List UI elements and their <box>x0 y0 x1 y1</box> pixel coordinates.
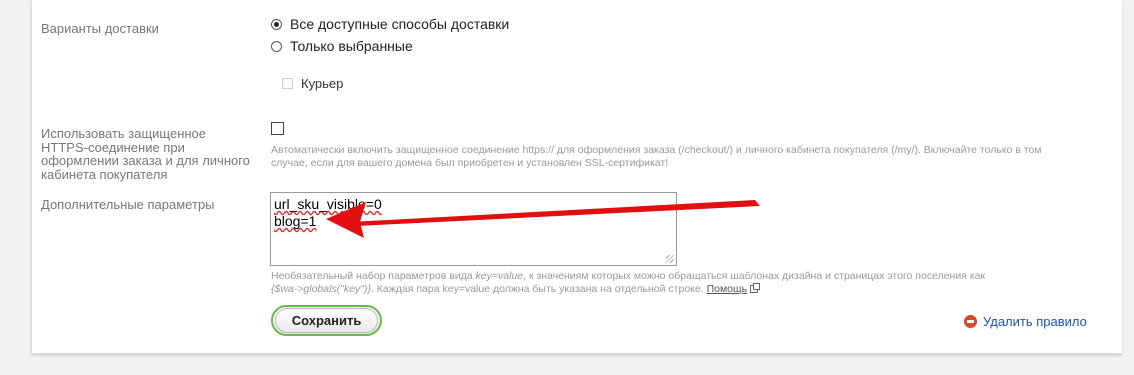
https-hint-line: случае, если для вашего домена был приоб… <box>271 157 669 169</box>
external-link-icon <box>750 283 761 294</box>
https-label-line: HTTPS-соединение при <box>41 139 185 155</box>
save-button-label: Сохранить <box>274 308 379 333</box>
delete-rule-label: Удалить правило <box>983 314 1087 329</box>
params-hint-globals: {$wa->globals("key")} <box>271 283 371 295</box>
params-hint-line-1: Необязательный набор параметров вида key… <box>271 270 985 283</box>
additional-params-label: Дополнительные параметры <box>41 197 215 212</box>
delete-minus-icon <box>964 315 977 328</box>
textarea-line-2: blog=1 <box>274 213 673 230</box>
params-hint-text: Необязательный набор параметров вида <box>271 270 476 282</box>
https-label-line: Использовать защищенное <box>41 126 207 141</box>
https-label-line: кабинета покупателя <box>41 166 168 182</box>
radio-button-checked[interactable] <box>271 18 282 30</box>
https-checkbox[interactable] <box>271 122 284 135</box>
delete-rule-link[interactable]: Удалить правило <box>964 314 1087 329</box>
save-button[interactable]: Сохранить <box>271 305 382 336</box>
radio-selected-delivery-label: Только выбранные <box>290 38 413 54</box>
params-hint-text-3: . Каждая пара key=value должна быть указ… <box>370 283 707 295</box>
help-link[interactable]: Помощь <box>707 283 748 295</box>
https-label-line: оформлении заказа и для личного <box>41 153 250 168</box>
resize-grip-icon[interactable] <box>666 255 674 263</box>
delivery-options-label: Варианты доставки <box>41 21 159 36</box>
params-hint-key-value: key=value <box>475 270 524 282</box>
textarea-line-1: url_sku_visible=0 <box>274 196 673 213</box>
https-hint: Автоматически включить защищенное соедин… <box>271 144 1042 170</box>
params-hint-line-2: {$wa->globals("key")}. Каждая пара key=v… <box>271 283 985 296</box>
https-label: Использовать защищенное HTTPS-соединение… <box>41 127 250 181</box>
https-hint-line: Автоматически включить защищенное соедин… <box>271 144 1042 156</box>
radio-all-delivery[interactable]: Все доступные способы доставки <box>271 16 509 32</box>
textarea-line-2-text: blog=1 <box>274 213 317 229</box>
courier-label: Курьер <box>301 76 344 91</box>
textarea-line-1-text: url_sku_visible=0 <box>274 196 382 212</box>
radio-all-delivery-label: Все доступные способы доставки <box>290 16 510 32</box>
radio-selected-delivery[interactable]: Только выбранные <box>271 38 413 54</box>
courier-checkbox[interactable] <box>282 78 293 89</box>
params-hint: Необязательный набор параметров вида key… <box>271 270 985 296</box>
additional-params-textarea[interactable]: url_sku_visible=0 blog=1 <box>270 192 677 266</box>
radio-button[interactable] <box>271 40 282 52</box>
params-hint-text-2: , к значениям которых можно обращаться ш… <box>523 270 986 282</box>
